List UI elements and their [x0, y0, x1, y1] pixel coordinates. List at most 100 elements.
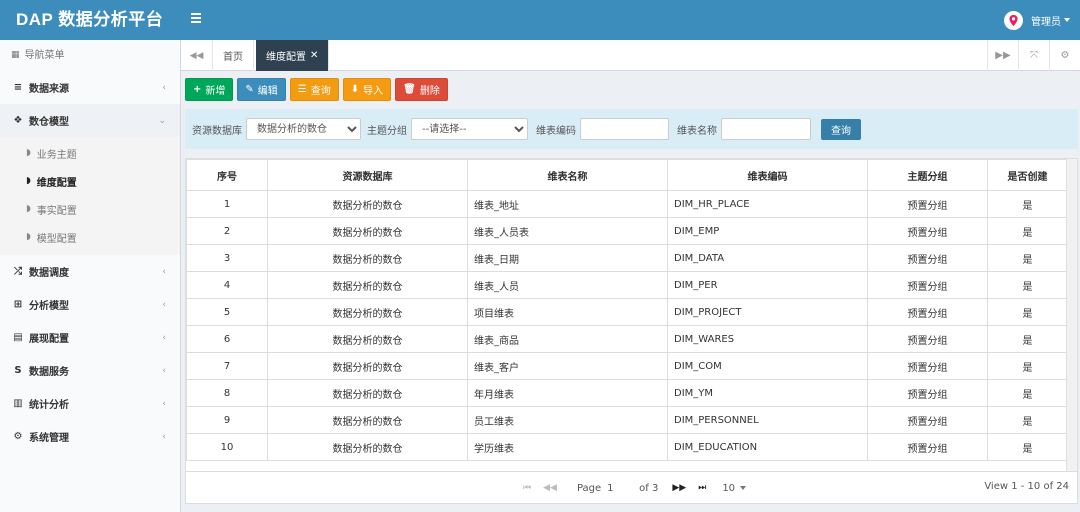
cell-index: 10	[186, 433, 268, 461]
table-row[interactable]: 2 数据分析的数仓 维表_人员表 DIM_EMP 预置分组是	[186, 217, 1068, 245]
gear-icon[interactable]: ⚙	[1049, 40, 1080, 71]
cell-dim-code: DIM_COM	[667, 352, 868, 380]
cell-index: 8	[186, 379, 268, 407]
cell-index: 9	[186, 406, 268, 434]
cell-dim-name: 维表_日期	[467, 244, 668, 272]
table-scrollbar[interactable]	[1066, 159, 1077, 471]
fullscreen-icon[interactable]: ⤧	[1018, 40, 1049, 71]
cell-index: 2	[186, 217, 268, 245]
db-label: 资源数据库	[192, 125, 242, 137]
cell-group: 预置分组	[867, 298, 988, 326]
cell-database: 数据分析的数仓	[267, 379, 468, 407]
cell-dim-name: 维表_商品	[467, 325, 668, 353]
table-row[interactable]: 7 数据分析的数仓 维表_客户 DIM_COM 预置分组是	[186, 352, 1068, 380]
table-row[interactable]: 10 数据分析的数仓 学历维表 DIM_EDUCATION 预置分组是	[186, 433, 1068, 461]
tab-home[interactable]: 首页	[213, 40, 254, 71]
cell-dim-code: DIM_PERSONNEL	[667, 406, 868, 434]
col-header-dim-name[interactable]: 维表名称	[467, 159, 668, 191]
delete-button[interactable]: 🗑 删除	[395, 78, 448, 101]
col-header-index[interactable]: 序号	[186, 159, 268, 191]
database-icon: ≡	[13, 82, 23, 93]
cell-created: 是	[987, 190, 1068, 218]
cell-dim-name: 维表_地址	[467, 190, 668, 218]
name-input[interactable]	[721, 118, 811, 140]
search-button[interactable]: 查询	[821, 118, 861, 140]
sidebar-subitem-model-config[interactable]: ◗ 模型配置	[0, 223, 180, 251]
tab-dimension-config[interactable]: 维度配置 ✕	[256, 40, 330, 71]
sidebar-item-display-config[interactable]: ▤ 展现配置 ‹	[0, 321, 180, 354]
caret-down-icon	[740, 486, 747, 490]
cell-group: 预置分组	[867, 352, 988, 380]
cell-dim-name: 维表_人员表	[467, 217, 668, 245]
sidebar-item-system-admin[interactable]: ⚙ 系统管理 ‹	[0, 420, 180, 453]
chevron-left-icon: ‹	[162, 399, 166, 409]
table-row[interactable]: 9 数据分析的数仓 员工维表 DIM_PERSONNEL 预置分组是	[186, 406, 1068, 434]
table-row[interactable]: 4 数据分析的数仓 维表_人员 DIM_PER 预置分组是	[186, 271, 1068, 299]
cell-database: 数据分析的数仓	[267, 433, 468, 461]
cell-index: 4	[186, 271, 268, 299]
menu-toggle-icon[interactable]	[191, 13, 201, 23]
close-icon[interactable]: ✕	[310, 50, 318, 61]
dollar-icon: S	[14, 365, 22, 376]
edit-icon: ✎	[245, 84, 254, 95]
page-input[interactable]	[607, 479, 636, 497]
table-row[interactable]: 1 数据分析的数仓 维表_地址 DIM_HR_PLACE 预置分组是	[186, 190, 1068, 218]
col-header-database[interactable]: 资源数据库	[267, 159, 468, 191]
page-size-select[interactable]: 10	[722, 483, 747, 494]
cell-dim-name: 维表_客户	[467, 352, 668, 380]
table-row[interactable]: 3 数据分析的数仓 维表_日期 DIM_DATA 预置分组是	[186, 244, 1068, 272]
group-label: 主题分组	[367, 125, 407, 137]
sidebar-item-analysis-model[interactable]: ⊞ 分析模型 ‹	[0, 288, 180, 321]
cell-created: 是	[987, 406, 1068, 434]
edit-button[interactable]: ✎ 编辑	[237, 78, 286, 101]
next-page-icon[interactable]: ▶▶	[672, 483, 686, 493]
cell-index: 3	[186, 244, 268, 272]
list-icon: ☰	[297, 84, 307, 95]
cell-index: 5	[186, 298, 268, 326]
prev-page-icon[interactable]: ◀◀	[543, 483, 557, 493]
user-menu[interactable]: 管理员	[1004, 10, 1070, 30]
col-header-created[interactable]: 是否创建	[987, 159, 1068, 191]
group-select[interactable]: --请选择--	[411, 118, 528, 140]
last-page-icon[interactable]: ⏭	[698, 483, 706, 493]
code-input[interactable]	[580, 118, 669, 140]
cell-database: 数据分析的数仓	[267, 352, 468, 380]
cell-dim-code: DIM_EDUCATION	[667, 433, 868, 461]
cell-created: 是	[987, 244, 1068, 272]
chevron-left-icon: ‹	[162, 83, 166, 93]
sidebar-item-data-source[interactable]: ≡ 数据来源 ‹	[0, 71, 180, 104]
table-row[interactable]: 5 数据分析的数仓 项目维表 DIM_PROJECT 预置分组是	[186, 298, 1068, 326]
cell-database: 数据分析的数仓	[267, 244, 468, 272]
sidebar-subitem-dimension-config[interactable]: ◗ 维度配置	[0, 167, 180, 195]
table-row[interactable]: 8 数据分析的数仓 年月维表 DIM_YM 预置分组是	[186, 379, 1068, 407]
data-table-panel: 序号 资源数据库 维表名称 维表编码 主题分组 是否创建 1 数据分析的数仓 维表_…	[185, 158, 1078, 504]
grid-icon: ▦	[11, 50, 20, 60]
tab-scroll-right-icon[interactable]: ▶▶	[987, 40, 1018, 71]
db-select[interactable]: 数据分析的数仓	[246, 118, 361, 140]
sidebar-item-data-service[interactable]: S 数据服务 ‹	[0, 354, 180, 387]
chevron-left-icon: ‹	[162, 267, 166, 277]
sidebar-item-statistics[interactable]: ▥ 统计分析 ‹	[0, 387, 180, 420]
cell-created: 是	[987, 271, 1068, 299]
chevron-left-icon: ‹	[162, 333, 166, 343]
cell-index: 1	[186, 190, 268, 218]
import-button[interactable]: ⬇ 导入	[342, 78, 392, 101]
tab-scroll-left-icon[interactable]: ◀◀	[181, 40, 213, 71]
add-button[interactable]: + 新增	[185, 78, 234, 101]
toolbar: + 新增 ✎ 编辑 ☰ 查询 ⬇ 导入 🗑 删除	[185, 78, 448, 101]
col-header-group[interactable]: 主题分组	[867, 159, 988, 191]
cell-index: 7	[186, 352, 268, 380]
chevron-left-icon: ‹	[162, 300, 166, 310]
cell-dim-code: DIM_WARES	[667, 325, 868, 353]
query-button[interactable]: ☰ 查询	[289, 78, 339, 101]
table-row[interactable]: 6 数据分析的数仓 维表_商品 DIM_WARES 预置分组是	[186, 325, 1068, 353]
sidebar-subitem-fact-config[interactable]: ◗ 事实配置	[0, 195, 180, 223]
sidebar-item-warehouse-model[interactable]: ❖ 数仓模型 ⌄	[0, 104, 180, 137]
sidebar-item-data-schedule[interactable]: ⤮ 数据调度 ‹	[0, 255, 180, 288]
cell-dim-code: DIM_YM	[667, 379, 868, 407]
cell-group: 预置分组	[867, 244, 988, 272]
sidebar-subitem-business-topic[interactable]: ◗ 业务主题	[0, 139, 180, 167]
submenu-warehouse-model: ◗ 业务主题 ◗ 维度配置 ◗ 事实配置 ◗ 模型配置	[0, 137, 180, 255]
first-page-icon[interactable]: ⏮	[523, 483, 531, 493]
col-header-dim-code[interactable]: 维表编码	[667, 159, 868, 191]
